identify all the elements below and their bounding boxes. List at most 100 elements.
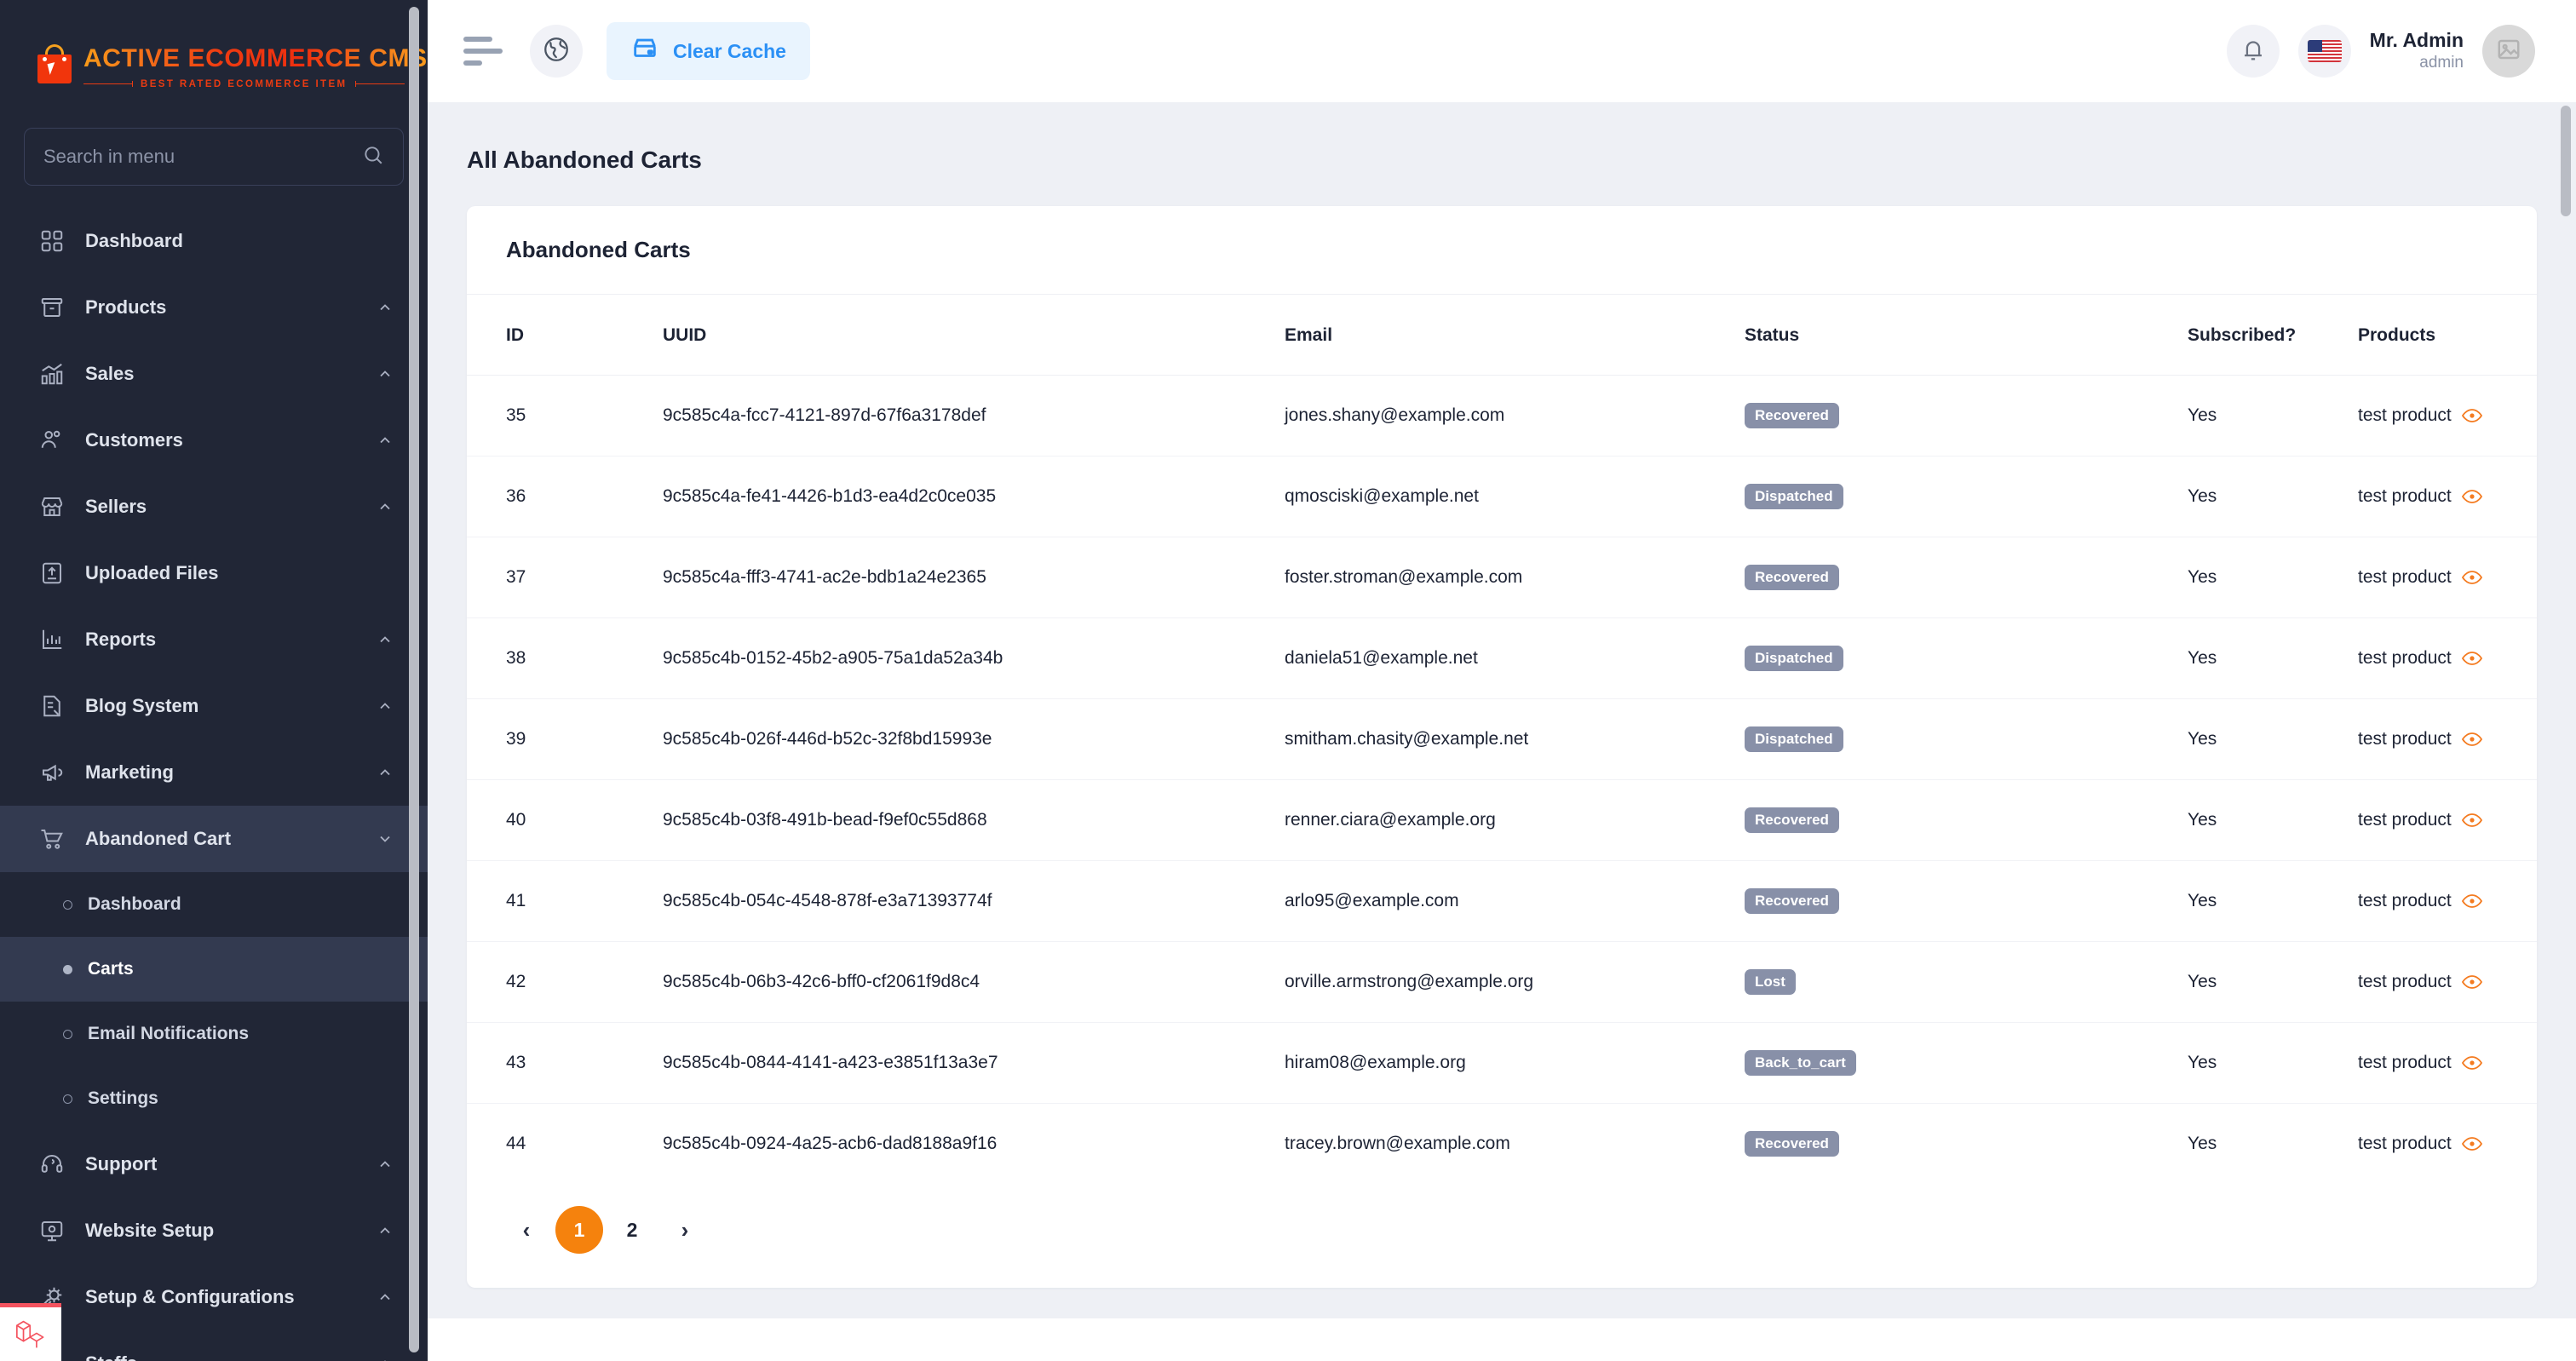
sidebar-item-support[interactable]: Support <box>0 1131 428 1197</box>
cell-subscribed: Yes <box>2188 456 2358 537</box>
column-header-products: Products <box>2358 295 2537 376</box>
sidebar-scrollbar[interactable] <box>409 7 419 1352</box>
cell-id: 38 <box>467 617 663 699</box>
clear-cache-label: Clear Cache <box>673 39 786 62</box>
topbar: Clear Cache Mr. Admin admin <box>428 0 2576 102</box>
grid-icon <box>37 227 66 256</box>
chevron-up-icon <box>377 631 394 648</box>
brand-logo[interactable]: ACTIVE ECOMMERCE CMS BEST RATED ECOMMERC… <box>0 0 428 102</box>
chevron-up-icon <box>377 299 394 316</box>
sidebar-item-uploaded-files[interactable]: Uploaded Files <box>0 540 428 606</box>
cell-uuid: 9c585c4b-06b3-42c6-bff0-cf2061f9d8c4 <box>663 941 1285 1023</box>
headset-icon <box>37 1150 66 1179</box>
cell-products: test product <box>2358 698 2537 780</box>
pagination-page-1[interactable]: 1 <box>555 1206 603 1254</box>
cell-subscribed: Yes <box>2188 537 2358 618</box>
notifications-button[interactable] <box>2226 25 2280 78</box>
menu-toggle-icon[interactable] <box>463 32 503 71</box>
table-row: 43 9c585c4b-0844-4141-a423-e3851f13a3e7 hi… <box>467 1022 2537 1104</box>
cell-id: 37 <box>467 537 663 618</box>
cell-id: 42 <box>467 941 663 1023</box>
cell-status: Recovered <box>1745 375 2188 457</box>
brand-tagline: BEST RATED ECOMMERCE ITEM <box>141 78 348 89</box>
app-root: ACTIVE ECOMMERCE CMS BEST RATED ECOMMERC… <box>0 0 2576 1361</box>
eye-icon[interactable] <box>2461 408 2482 423</box>
pagination-next[interactable]: › <box>661 1206 709 1254</box>
cell-uuid: 9c585c4b-026f-446d-b52c-32f8bd15993e <box>663 698 1285 780</box>
avatar[interactable] <box>2482 25 2535 78</box>
cell-email: qmosciski@example.net <box>1285 456 1745 537</box>
sidebar-item-sales[interactable]: Sales <box>0 341 428 407</box>
cell-email: orville.armstrong@example.org <box>1285 941 1745 1023</box>
laravel-logo <box>0 1303 61 1361</box>
cell-subscribed: Yes <box>2188 1134 2217 1153</box>
cell-email: arlo95@example.com <box>1285 860 1745 942</box>
sidebar-subitem-email-notifications[interactable]: Email Notifications <box>0 1002 428 1066</box>
sidebar-subitem-carts[interactable]: Carts <box>0 937 428 1002</box>
sidebar-item-customers[interactable]: Customers <box>0 407 428 474</box>
status-badge: Recovered <box>1745 807 1839 833</box>
main-scrollbar[interactable] <box>2561 106 2571 216</box>
user-menu[interactable]: Mr. Admin admin <box>2370 25 2535 78</box>
cell-id: 43 <box>467 1022 663 1104</box>
product-name: test product <box>2358 729 2452 749</box>
sidebar-item-marketing[interactable]: Marketing <box>0 739 428 806</box>
image-placeholder-icon <box>2496 37 2521 66</box>
sidebar-item-label: Support <box>85 1153 158 1174</box>
language-switcher-button[interactable] <box>2297 25 2351 78</box>
pagination-prev[interactable]: ‹ <box>503 1206 550 1254</box>
bar-chart-icon <box>37 625 66 654</box>
chevron-up-icon <box>377 1222 394 1239</box>
sidebar-item-website-setup[interactable]: Website Setup <box>0 1197 428 1264</box>
sidebar: ACTIVE ECOMMERCE CMS BEST RATED ECOMMERC… <box>0 0 428 1361</box>
upload-icon <box>37 559 66 588</box>
eye-icon[interactable] <box>2461 974 2482 990</box>
chevron-up-icon <box>377 1156 394 1173</box>
eye-icon[interactable] <box>2461 651 2482 666</box>
eye-icon[interactable] <box>2461 570 2482 585</box>
sidebar-item-reports[interactable]: Reports <box>0 606 428 673</box>
cell-email: renner.ciara@example.org <box>1285 779 1745 861</box>
status-badge: Recovered <box>1745 888 1839 914</box>
menu-search-box[interactable] <box>24 128 404 186</box>
cell-subscribed: Yes <box>2188 375 2358 457</box>
brand-tagline-row: BEST RATED ECOMMERCE ITEM <box>83 79 428 89</box>
sidebar-item-sellers[interactable]: Sellers <box>0 474 428 540</box>
eye-icon[interactable] <box>2461 1136 2482 1151</box>
cell-status: Dispatched <box>1745 456 2188 537</box>
table-body: 35 9c585c4a-fcc7-4121-897d-67f6a3178def jo… <box>467 375 2537 1185</box>
box-icon <box>37 293 66 322</box>
cell-subscribed: Yes <box>2188 941 2358 1023</box>
cell-id: 35 <box>467 375 663 457</box>
chevron-up-icon <box>377 432 394 449</box>
sidebar-item-setup-configurations[interactable]: Setup & Configurations <box>0 1264 428 1330</box>
pagination-page-2[interactable]: 2 <box>608 1206 656 1254</box>
eye-icon[interactable] <box>2461 489 2482 504</box>
sidebar-item-products[interactable]: Products <box>0 274 428 341</box>
sidebar-subitem-label: Carts <box>88 959 134 979</box>
sidebar-item-blog-system[interactable]: Blog System <box>0 673 428 739</box>
eye-icon[interactable] <box>2461 813 2482 828</box>
clear-cache-button[interactable]: Clear Cache <box>607 22 810 80</box>
sidebar-subitem-settings[interactable]: Settings <box>0 1066 428 1131</box>
chevron-up-icon <box>377 764 394 781</box>
sidebar-item-abandoned-cart[interactable]: Abandoned Cart <box>0 806 428 872</box>
cell-id: 40 <box>467 779 663 861</box>
cell-status: Recovered <box>1745 1104 2188 1185</box>
eye-icon[interactable] <box>2461 732 2482 747</box>
eye-icon[interactable] <box>2461 1055 2482 1071</box>
sidebar-subitem-label: Email Notifications <box>88 1024 250 1043</box>
sidebar-item-staffs[interactable]: Staffs <box>0 1330 428 1361</box>
user-name: Mr. Admin <box>2369 29 2464 52</box>
sidebar-item-label: Staffs <box>85 1352 358 1361</box>
search-input[interactable] <box>43 146 354 168</box>
pagination: ‹ 1 2 › <box>467 1184 2537 1288</box>
sidebar-item-dashboard[interactable]: Dashboard <box>0 208 428 274</box>
tagline-rule-right <box>354 81 405 87</box>
cell-status: Recovered <box>1745 779 2188 861</box>
product-name: test product <box>2358 1053 2452 1072</box>
eye-icon[interactable] <box>2461 893 2482 909</box>
visit-website-button[interactable] <box>530 25 583 78</box>
sidebar-subitem-dashboard[interactable]: Dashboard <box>0 872 428 937</box>
bell-icon <box>2239 35 2268 68</box>
